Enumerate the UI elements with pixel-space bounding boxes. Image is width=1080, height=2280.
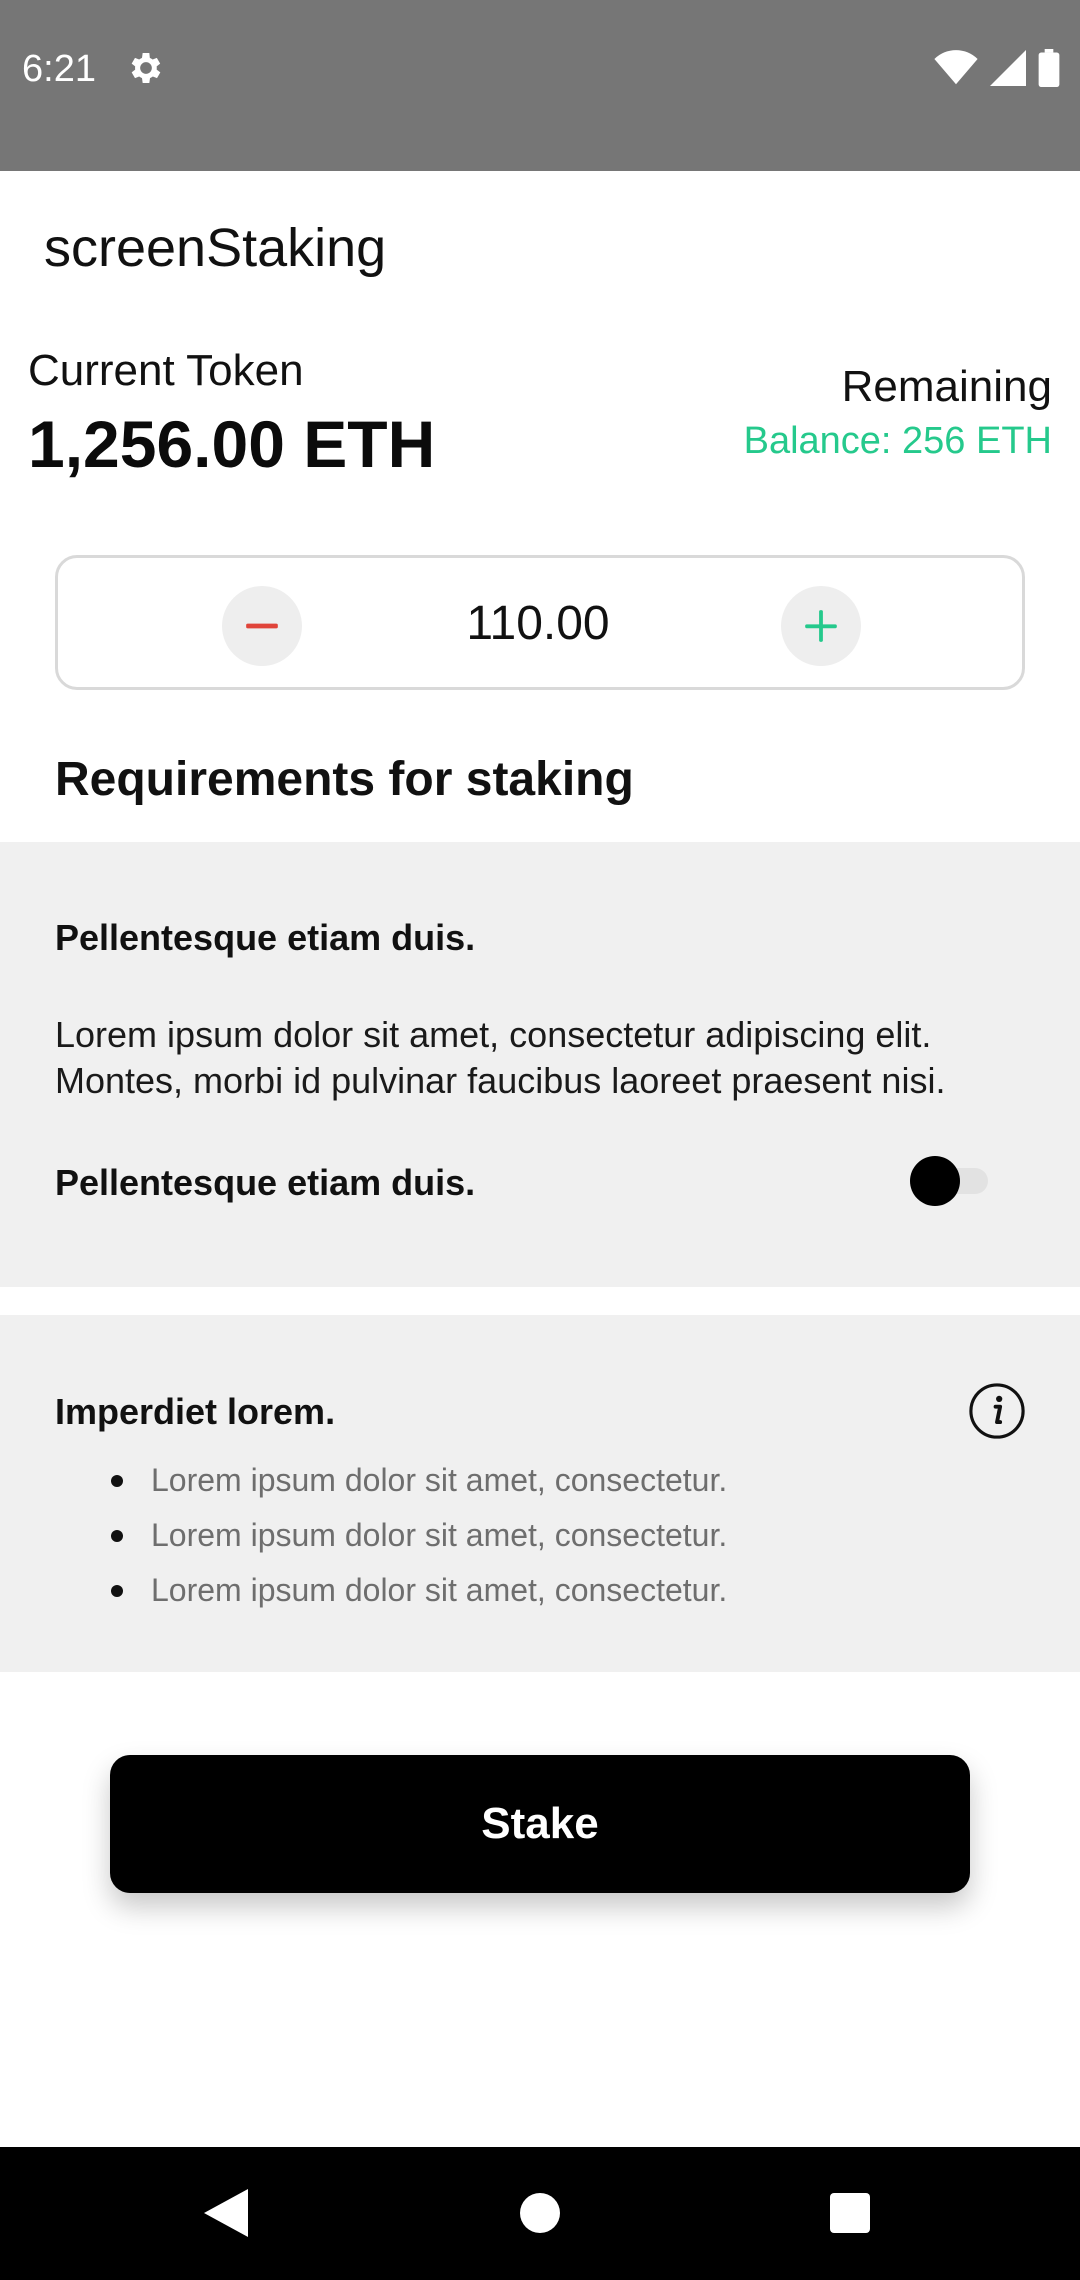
list-item: Lorem ipsum dolor sit amet, consectetur. bbox=[55, 1515, 727, 1570]
current-token-value: 1,256.00 ETH bbox=[28, 407, 436, 481]
plus-icon bbox=[805, 610, 837, 642]
info-icon[interactable] bbox=[968, 1382, 1026, 1440]
status-time: 6:21 bbox=[22, 48, 96, 90]
home-icon[interactable] bbox=[520, 2193, 560, 2233]
toggle-label: Pellentesque etiam duis. bbox=[55, 1162, 476, 1203]
bullet-icon bbox=[111, 1475, 123, 1487]
minus-icon bbox=[246, 623, 278, 629]
amount-value[interactable]: 110.00 bbox=[298, 596, 778, 651]
bullet-icon bbox=[111, 1585, 123, 1597]
list-item-text: Lorem ipsum dolor sit amet, consectetur. bbox=[151, 1572, 728, 1608]
amount-stepper: 110.00 bbox=[55, 555, 1025, 690]
remaining-label: Remaining bbox=[841, 362, 1052, 411]
remaining-balance: Balance: 256 ETH bbox=[743, 420, 1052, 462]
system-nav-bar bbox=[0, 2147, 1080, 2280]
list-item-text: Lorem ipsum dolor sit amet, consectetur. bbox=[151, 1517, 728, 1553]
cell-signal-icon bbox=[990, 50, 1026, 86]
back-icon[interactable] bbox=[204, 2189, 248, 2237]
info-card: Imperdiet lorem. Lorem ipsum dolor sit a… bbox=[0, 1315, 1080, 1672]
recents-icon[interactable] bbox=[830, 2193, 870, 2233]
list-item: Lorem ipsum dolor sit amet, consectetur. bbox=[55, 1570, 727, 1625]
list-item: Lorem ipsum dolor sit amet, consectetur. bbox=[55, 1460, 727, 1515]
page-title: screenStaking bbox=[44, 218, 387, 278]
decrease-button[interactable] bbox=[222, 586, 302, 666]
gear-icon bbox=[131, 53, 161, 83]
requirement-toggle[interactable] bbox=[910, 1156, 994, 1206]
requirements-card: Pellentesque etiam duis. Lorem ipsum dol… bbox=[0, 842, 1080, 1287]
requirements-title: Requirements for staking bbox=[55, 753, 634, 806]
current-token-label: Current Token bbox=[28, 346, 304, 395]
info-list: Lorem ipsum dolor sit amet, consectetur.… bbox=[55, 1460, 727, 1625]
card-heading: Pellentesque etiam duis. bbox=[55, 917, 476, 958]
wifi-icon bbox=[934, 50, 978, 85]
info-card-heading: Imperdiet lorem. bbox=[55, 1391, 336, 1432]
bullet-icon bbox=[111, 1530, 123, 1542]
staking-screen: 6:21 screenStaking Current Token 1,256.0… bbox=[0, 0, 1080, 2280]
stake-button[interactable]: Stake bbox=[110, 1755, 970, 1893]
battery-icon bbox=[1038, 49, 1060, 87]
status-bar: 6:21 bbox=[0, 0, 1080, 171]
list-item-text: Lorem ipsum dolor sit amet, consectetur. bbox=[151, 1462, 728, 1498]
status-icons bbox=[934, 48, 1060, 88]
card-body-text: Lorem ipsum dolor sit amet, consectetur … bbox=[55, 1014, 946, 1101]
app-bar: screenStaking bbox=[0, 171, 1080, 329]
toggle-knob bbox=[910, 1156, 960, 1206]
increase-button[interactable] bbox=[781, 586, 861, 666]
